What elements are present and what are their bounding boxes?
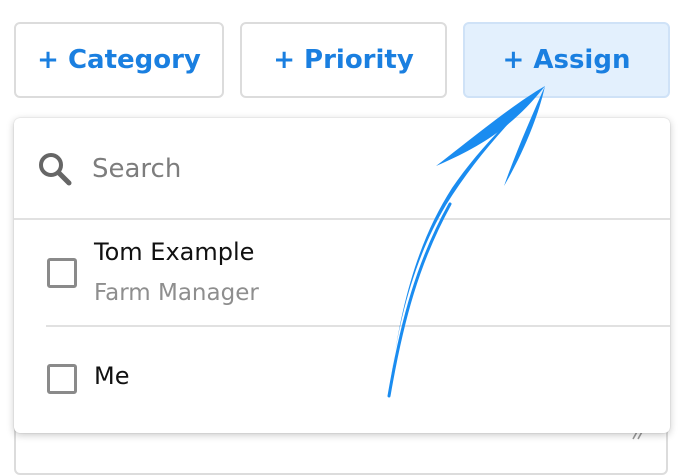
search-icon	[39, 153, 72, 186]
checkbox-icon[interactable]	[47, 364, 77, 394]
checkbox-icon[interactable]	[47, 258, 77, 288]
assignee-name: Tom Example	[94, 238, 255, 266]
assignee-option-tom-example[interactable]: Tom Example Farm Manager	[14, 220, 670, 326]
assign-dropdown: Tom Example Farm Manager Me	[14, 118, 670, 433]
assignee-search-bar	[14, 118, 670, 220]
add-priority-button[interactable]: + Priority	[240, 22, 447, 98]
option-divider	[46, 325, 670, 327]
assignee-option-me[interactable]: Me	[14, 328, 670, 432]
assignee-name: Me	[94, 362, 130, 390]
add-category-button[interactable]: + Category	[14, 22, 224, 98]
assignee-role: Farm Manager	[94, 280, 259, 306]
assignee-search-input[interactable]	[92, 148, 632, 190]
add-assign-button[interactable]: + Assign	[463, 22, 670, 98]
